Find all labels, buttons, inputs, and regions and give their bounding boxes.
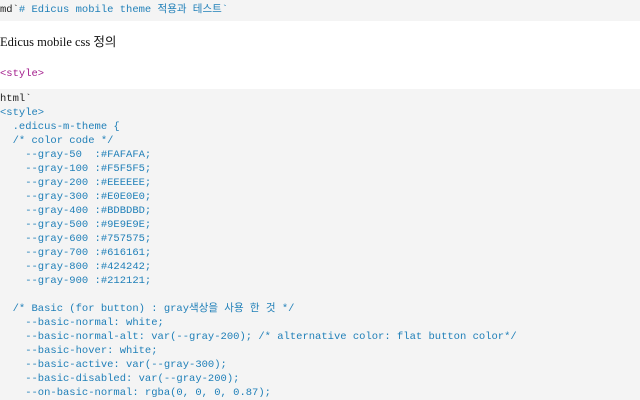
code-line: html` <box>0 93 32 105</box>
code-line: /* Basic (for button) : gray색상을 사용 한 것 *… <box>0 303 295 315</box>
rendered-heading: Edicus mobile css 정의 <box>0 35 117 49</box>
code-line: --gray-500 :#9E9E9E; <box>0 219 152 231</box>
code-line: --basic-disabled: var(--gray-200); <box>0 373 240 385</box>
code-line: --gray-700 :#616161; <box>0 247 152 259</box>
code-cell[interactable]: html` <style> .edicus-m-theme { /* color … <box>0 89 640 400</box>
code-line: --on-basic-normal: rgba(0, 0, 0, 0.87); <box>0 387 271 399</box>
code-line: --gray-900 :#212121; <box>0 275 152 287</box>
code-line: --gray-800 :#424242; <box>0 261 152 273</box>
code-line: --basic-normal-alt: var(--gray-200); /* … <box>0 331 517 343</box>
code-line: /* color code */ <box>0 135 114 147</box>
code-line: --gray-200 :#EEEEEE; <box>0 177 152 189</box>
code-line: --gray-100 :#F5F5F5; <box>0 163 152 175</box>
code-line: --gray-600 :#757575; <box>0 233 152 245</box>
code-line: --basic-active: var(--gray-300); <box>0 359 227 371</box>
markdown-source-text: # Edicus mobile theme 적용과 테스트` <box>18 4 229 16</box>
code-line: --basic-hover: white; <box>0 345 158 357</box>
code-line: --gray-400 :#BDBDBD; <box>0 205 152 217</box>
code-line: <style> <box>0 107 45 119</box>
code-line: --gray-300 :#E0E0E0; <box>0 191 152 203</box>
markdown-source-cell[interactable]: md`# Edicus mobile theme 적용과 테스트` <box>0 0 640 21</box>
notebook-page: md`# Edicus mobile theme 적용과 테스트` Edicus… <box>0 0 640 400</box>
style-tag-output: <style> <box>0 68 45 80</box>
markdown-prefix: md` <box>0 4 19 16</box>
code-line: --gray-50 :#FAFAFA; <box>0 149 152 161</box>
code-line: .edicus-m-theme { <box>0 121 120 133</box>
code-line: --basic-normal: white; <box>0 317 164 329</box>
